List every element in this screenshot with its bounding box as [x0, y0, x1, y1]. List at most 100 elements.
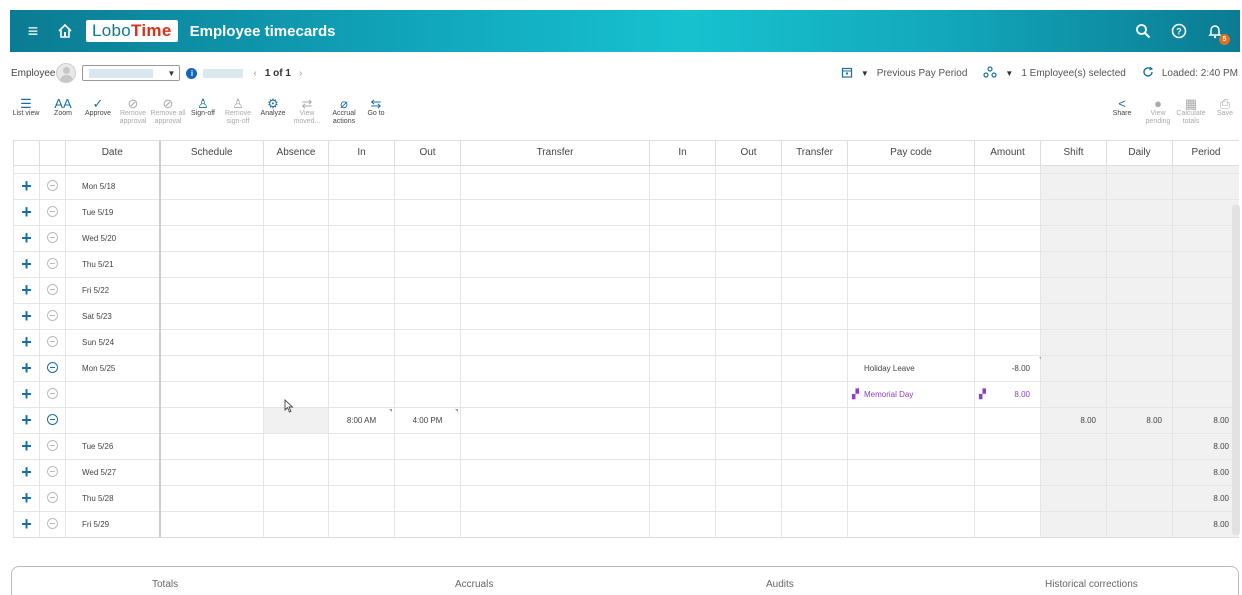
out-cell[interactable] [394, 484, 461, 512]
remove-row-button[interactable] [39, 458, 66, 486]
lobotime-logo[interactable]: Lobo Time [86, 20, 178, 42]
transfer-cell[interactable] [460, 172, 650, 200]
absence-cell[interactable] [263, 406, 329, 434]
out-cell[interactable] [394, 354, 461, 382]
schedule-cell[interactable] [159, 198, 264, 226]
schedule-cell[interactable] [159, 406, 264, 434]
in-2-cell[interactable] [649, 172, 716, 200]
home-icon[interactable] [54, 20, 76, 42]
out-2-cell[interactable] [715, 484, 782, 512]
table-row[interactable]: + Thu 5/21 [13, 250, 1239, 278]
add-row-button[interactable]: + [13, 276, 40, 304]
table-row[interactable]: +8:00 AM 4:00 PM 8.00 8.00 8.00 [13, 406, 1239, 434]
vertical-scrollbar[interactable] [1232, 205, 1240, 535]
out-cell[interactable] [394, 302, 461, 330]
remove-row-button[interactable] [39, 198, 66, 226]
schedule-cell[interactable] [159, 172, 264, 200]
transfer-cell[interactable] [460, 250, 650, 278]
schedule-cell[interactable] [159, 302, 264, 330]
transfer-cell[interactable] [460, 224, 650, 252]
pay-code-cell[interactable] [847, 224, 975, 252]
in-2-cell[interactable] [649, 250, 716, 278]
hierarchy-icon[interactable] [983, 65, 998, 81]
out-2-cell[interactable] [715, 302, 782, 330]
add-row-button[interactable]: + [13, 458, 40, 486]
amount-cell[interactable] [974, 276, 1041, 304]
absence-cell[interactable] [263, 510, 329, 537]
next-page-icon[interactable]: › [299, 68, 302, 79]
toolbar-sign-off-button[interactable]: ♙ Sign-off [188, 90, 218, 132]
add-row-button[interactable]: + [13, 406, 40, 434]
remove-row-button[interactable] [39, 276, 66, 304]
in-2-cell[interactable] [649, 432, 716, 460]
schedule-cell[interactable] [159, 354, 264, 382]
column-header-period[interactable]: Period [1172, 141, 1239, 166]
in-2-cell[interactable] [649, 380, 716, 408]
tab-audits[interactable]: Audits [766, 579, 794, 590]
in-cell[interactable] [328, 380, 395, 408]
transfer-2-cell[interactable] [781, 510, 848, 537]
toolbar-remove-sign-off-button[interactable]: ♙ Remove sign-off [218, 90, 258, 132]
transfer-2-cell[interactable] [781, 432, 848, 460]
amount-cell[interactable]: 8.00 ▞ [974, 380, 1041, 408]
absence-cell[interactable] [263, 328, 329, 356]
amount-cell[interactable]: -8.00 [974, 354, 1042, 382]
add-row-button[interactable]: + [13, 250, 40, 278]
refresh-icon[interactable] [1142, 66, 1154, 81]
column-header-absence[interactable]: Absence [263, 141, 329, 166]
column-header-schedule[interactable]: Schedule [159, 141, 264, 166]
prev-page-icon[interactable]: ‹ [253, 68, 256, 79]
out-2-cell[interactable] [715, 510, 782, 537]
pay-code-cell[interactable] [847, 510, 975, 537]
in-cell[interactable] [328, 198, 395, 226]
absence-cell[interactable] [263, 172, 329, 200]
remove-row-button[interactable] [39, 250, 66, 278]
transfer-2-cell[interactable] [781, 484, 848, 512]
schedule-cell[interactable] [159, 458, 264, 486]
amount-cell[interactable] [974, 432, 1041, 460]
table-row[interactable]: + Sun 5/24 [13, 328, 1239, 356]
tab-accruals[interactable]: Accruals [455, 579, 493, 590]
help-icon[interactable]: ? [1168, 20, 1190, 42]
add-row-button[interactable]: + [13, 328, 40, 356]
absence-cell[interactable] [263, 354, 329, 382]
table-row[interactable]: + Fri 5/29 8.00 [13, 510, 1239, 537]
search-icon[interactable] [1132, 20, 1154, 42]
transfer-cell[interactable] [460, 484, 650, 512]
table-row[interactable]: + Thu 5/28 8.00 [13, 484, 1239, 512]
toolbar-remove-all-approval-button[interactable]: ⊘ Remove all approval [148, 90, 188, 132]
transfer-2-cell[interactable] [781, 198, 848, 226]
out-2-cell[interactable] [715, 198, 782, 226]
transfer-cell[interactable] [460, 432, 650, 460]
out-2-cell[interactable] [715, 432, 782, 460]
absence-cell[interactable] [263, 250, 329, 278]
column-header-daily[interactable]: Daily [1106, 141, 1173, 166]
schedule-cell[interactable] [159, 328, 264, 356]
notifications-button[interactable]: 5 [1204, 20, 1230, 45]
amount-cell[interactable] [974, 224, 1041, 252]
toolbar-view-pending-button[interactable]: ● View pending [1142, 90, 1174, 132]
pay-code-cell[interactable] [847, 250, 975, 278]
table-row[interactable]: + Mon 5/25 Holiday Leave -8.00 [13, 354, 1239, 382]
in-2-cell[interactable] [649, 354, 716, 382]
in-cell[interactable] [328, 458, 395, 486]
transfer-2-cell[interactable] [781, 380, 848, 408]
schedule-cell[interactable] [159, 250, 264, 278]
column-header-out-2[interactable]: Out [715, 141, 782, 166]
out-2-cell[interactable] [715, 458, 782, 486]
in-2-cell[interactable] [649, 510, 716, 537]
transfer-2-cell[interactable] [781, 250, 848, 278]
toolbar-save-button[interactable]: ⎙ Save [1208, 90, 1242, 132]
absence-cell[interactable] [263, 432, 329, 460]
period-dropdown-icon[interactable]: ▼ [861, 69, 869, 78]
column-header-amount[interactable]: Amount [974, 141, 1041, 166]
amount-cell[interactable] [974, 406, 1041, 434]
add-row-button[interactable]: + [13, 432, 40, 460]
remove-row-button[interactable] [39, 302, 66, 330]
in-cell[interactable] [328, 250, 395, 278]
in-cell[interactable] [328, 354, 395, 382]
out-cell[interactable] [394, 432, 461, 460]
table-row[interactable]: + Sat 5/23 [13, 302, 1239, 330]
absence-cell[interactable] [263, 458, 329, 486]
add-row-button[interactable]: + [13, 302, 40, 330]
